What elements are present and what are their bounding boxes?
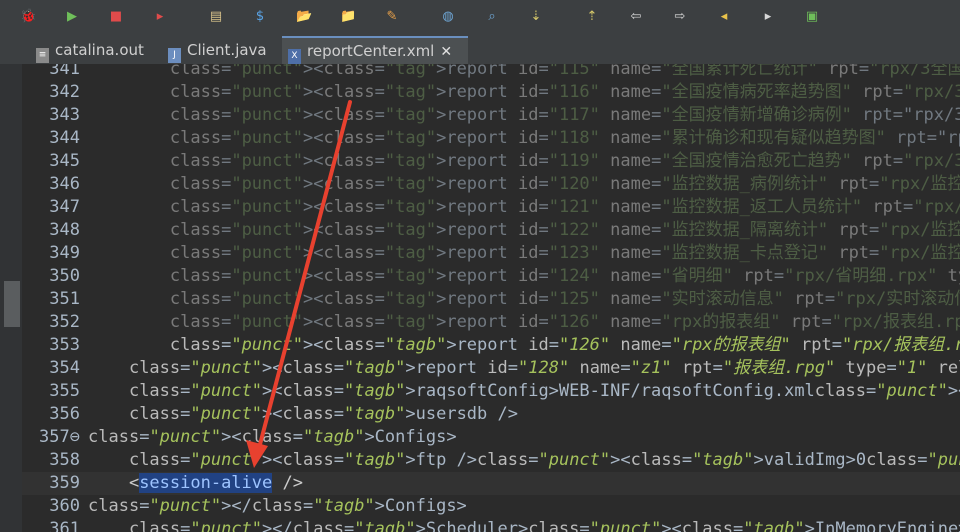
line-text: class="punct"><class="tagb">ftp />class=…: [128, 450, 960, 470]
line-text: class="punct"><class="tag">report id="12…: [169, 312, 960, 332]
code-line[interactable]: 355 class="punct"><class="tagb">raqsoftC…: [22, 380, 960, 403]
main-toolbar: 🐞 ▶ ■ ▸ ▤ $ 📂 📁 ✎ ◍ ⌕ ⇣ ⇡ ⇦ ⇨ ◂ ▸ ▣: [0, 0, 960, 37]
open-file-icon[interactable]: 📁: [340, 9, 356, 25]
line-text: class="punct"><class="tag">report id="11…: [169, 128, 960, 148]
close-icon[interactable]: ✕: [440, 44, 452, 60]
line-text: class="punct"><class="tag">report id="12…: [169, 243, 960, 263]
line-number: 344: [49, 128, 80, 148]
code-editor[interactable]: 341 class="punct"><class="tag">report id…: [22, 64, 960, 532]
line-number: 352: [49, 312, 80, 332]
window-icon[interactable]: ▣: [804, 9, 820, 25]
line-number: 361: [49, 519, 80, 532]
line-text: class="punct"><class="tag">report id="12…: [169, 197, 960, 217]
line-number: 348: [49, 220, 80, 240]
line-number: 355: [49, 381, 80, 401]
code-line[interactable]: 352 class="punct"><class="tag">report id…: [22, 311, 960, 334]
line-text: class="punct"><class="tag">report id="11…: [169, 64, 960, 79]
globe-icon[interactable]: ◍: [440, 9, 456, 25]
code-line[interactable]: 346 class="punct"><class="tag">report id…: [22, 173, 960, 196]
tab-label: reportCenter.xml: [307, 42, 435, 60]
next-icon[interactable]: ▸: [760, 9, 776, 25]
line-number: 347: [49, 197, 80, 217]
search-icon[interactable]: ⌕: [484, 9, 500, 25]
stop-icon[interactable]: ■: [108, 9, 124, 25]
line-number: 358: [49, 450, 80, 470]
line-text: class="punct"></class="tagb">Configs>: [88, 496, 467, 516]
line-number: 351: [49, 289, 80, 309]
line-number: 350: [49, 266, 80, 286]
line-text: class="punct"><class="tagb">usersdb />: [128, 404, 518, 424]
up-icon[interactable]: ⇡: [584, 9, 600, 25]
back-icon[interactable]: ⇦: [628, 9, 644, 25]
code-line[interactable]: 358 class="punct"><class="tagb">ftp />cl…: [22, 449, 960, 472]
line-number: 343: [49, 105, 80, 125]
line-number: 359: [49, 473, 80, 493]
code-line[interactable]: 360 class="punct"></class="tagb">Configs>: [22, 495, 960, 518]
line-text: class="punct"><class="tag">report id="12…: [169, 220, 960, 240]
line-number: 342: [49, 82, 80, 102]
line-text: class="punct"><class="tag">report id="12…: [169, 174, 960, 194]
left-gutter: [0, 64, 22, 532]
line-text: class="punct"><class="tagb">Configs>: [88, 427, 457, 447]
code-line[interactable]: 342 class="punct"><class="tag">report id…: [22, 81, 960, 104]
line-text: class="punct"></class="tagb">Scheduler>c…: [128, 519, 960, 532]
line-number: 354: [49, 358, 80, 378]
line-text: class="punct"><class="tag">report id="11…: [169, 82, 960, 102]
code-line[interactable]: 347 class="punct"><class="tag">report id…: [22, 196, 960, 219]
line-text: <session-alive />: [88, 473, 303, 493]
code-line[interactable]: 350 class="punct"><class="tag">report id…: [22, 265, 960, 288]
code-line[interactable]: 361 class="punct"></class="tagb">Schedul…: [22, 518, 960, 532]
external-tools-icon[interactable]: ▸: [152, 9, 168, 25]
tab-label: catalina.out: [55, 41, 144, 59]
selected-text: session-alive: [139, 473, 273, 493]
xml-file-icon: X: [288, 49, 301, 64]
forward-icon[interactable]: ⇨: [672, 9, 688, 25]
overview-ruler-thumb[interactable]: [4, 281, 20, 327]
run-icon[interactable]: ▶: [64, 9, 80, 25]
line-number: 357⊖: [39, 427, 80, 447]
line-text: class="punct"><class="tagb">report id="1…: [169, 335, 960, 355]
line-text: class="punct"><class="tag">report id="11…: [169, 151, 960, 171]
code-line[interactable]: 359 <session-alive />: [22, 472, 960, 495]
line-number: 349: [49, 243, 80, 263]
line-number: 341: [49, 64, 80, 79]
new-icon[interactable]: ▤: [208, 9, 224, 25]
line-number: 345: [49, 151, 80, 171]
code-line[interactable]: 345 class="punct"><class="tag">report id…: [22, 150, 960, 173]
line-number: 360: [49, 496, 80, 516]
line-text: class="punct"><class="tag">report id="11…: [169, 105, 960, 125]
tab-label: Client.java: [187, 41, 267, 59]
line-text: class="punct"><class="tagb">report id="1…: [128, 358, 960, 378]
code-line[interactable]: 343 class="punct"><class="tag">report id…: [22, 104, 960, 127]
code-line[interactable]: 341 class="punct"><class="tag">report id…: [22, 64, 960, 81]
code-line[interactable]: 344 class="punct"><class="tag">report id…: [22, 127, 960, 150]
tab-catalina-out[interactable]: ≡ catalina.out: [30, 36, 144, 64]
line-number: 356: [49, 404, 80, 424]
code-line[interactable]: 351 class="punct"><class="tag">report id…: [22, 288, 960, 311]
line-text: class="punct"><class="tag">report id="12…: [169, 289, 960, 309]
prev-icon[interactable]: ◂: [716, 9, 732, 25]
brush-icon[interactable]: ✎: [384, 9, 400, 25]
code-line[interactable]: 354 class="punct"><class="tagb">report i…: [22, 357, 960, 380]
line-number: 353: [49, 335, 80, 355]
task-icon[interactable]: ⇣: [528, 9, 544, 25]
code-line[interactable]: 357⊖ class="punct"><class="tagb">Configs>: [22, 426, 960, 449]
code-line[interactable]: 353 class="punct"><class="tagb">report i…: [22, 334, 960, 357]
text-file-icon: ≡: [36, 48, 49, 63]
open-folder-icon[interactable]: 📂: [296, 9, 312, 25]
tab-client-java[interactable]: J Client.java: [162, 36, 267, 64]
line-text: class="punct"><class="tag">report id="12…: [169, 266, 960, 286]
debug-icon[interactable]: 🐞: [20, 9, 36, 25]
save-icon[interactable]: $: [252, 9, 268, 25]
editor-tab-bar: ≡ catalina.out J Client.java XreportCenter…: [0, 36, 960, 65]
code-line[interactable]: 348 class="punct"><class="tag">report id…: [22, 219, 960, 242]
code-line[interactable]: 349 class="punct"><class="tag">report id…: [22, 242, 960, 265]
java-file-icon: J: [168, 48, 181, 63]
code-line[interactable]: 356 class="punct"><class="tagb">usersdb …: [22, 403, 960, 426]
tab-reportcenter-xml[interactable]: XreportCenter.xml ✕: [282, 36, 468, 64]
line-text: class="punct"><class="tagb">raqsoftConfi…: [128, 381, 960, 401]
line-number: 346: [49, 174, 80, 194]
